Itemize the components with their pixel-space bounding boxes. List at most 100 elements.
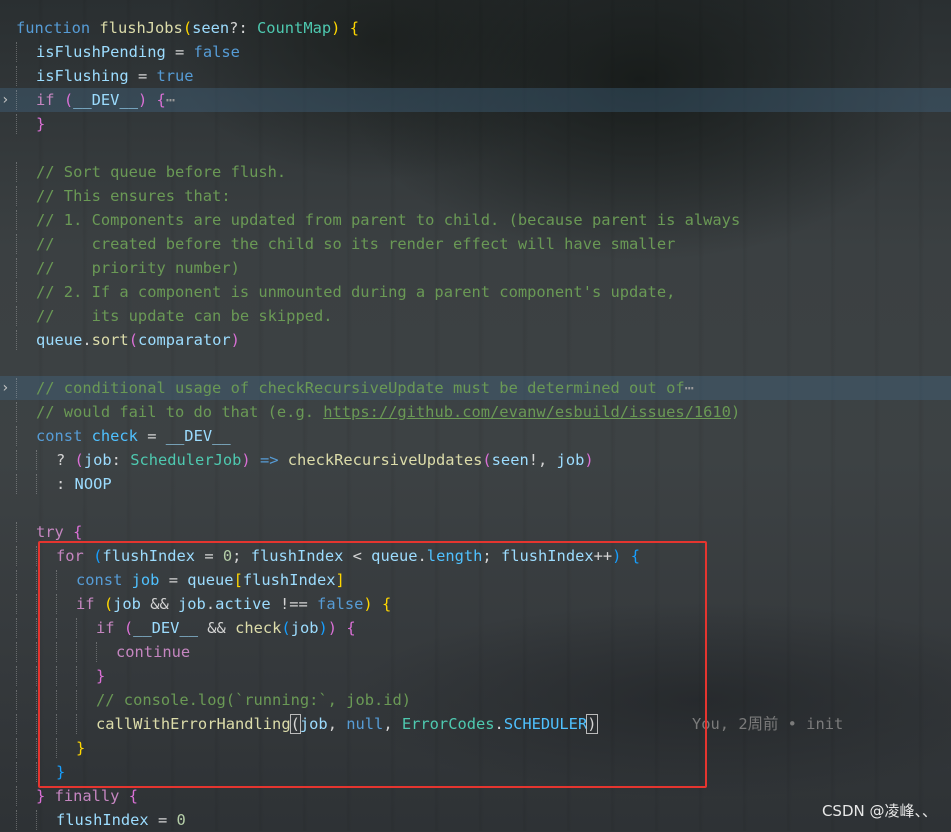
code-token: )	[584, 451, 594, 469]
code-token: CountMap	[256, 19, 332, 37]
code-token: false	[193, 43, 240, 61]
code-line[interactable]: ? (job: SchedulerJob) => checkRecursiveU…	[0, 448, 951, 472]
indent-guide	[16, 666, 17, 686]
code-token: (	[74, 451, 84, 469]
code-text: // 1. Components are updated from parent…	[36, 208, 740, 232]
code-line[interactable]: // 2. If a component is unmounted during…	[0, 280, 951, 304]
code-text: function flushJobs(seen?: CountMap) {	[16, 16, 359, 40]
indent-guide	[16, 474, 17, 494]
indent-guide	[16, 402, 17, 422]
code-token: // its update can be skipped.	[36, 307, 333, 325]
code-token: ?:	[229, 19, 257, 37]
code-token: checkRecursiveUpdates	[287, 451, 483, 469]
code-token: ?	[56, 451, 75, 469]
code-line[interactable]: const check = __DEV__	[0, 424, 951, 448]
indent-guide	[16, 66, 17, 86]
code-text: isFlushing = true	[36, 64, 194, 88]
code-token: function	[16, 19, 100, 37]
code-line[interactable]	[0, 352, 951, 376]
code-text: ? (job: SchedulerJob) => checkRecursiveU…	[56, 448, 594, 472]
code-line[interactable]: // This ensures that:	[0, 184, 951, 208]
code-token: 0	[176, 811, 186, 829]
code-line[interactable]: queue.sort(comparator)	[0, 328, 951, 352]
code-line[interactable]: function flushJobs(seen?: CountMap) {	[0, 16, 951, 40]
indent-guide	[36, 762, 37, 782]
code-token: )	[730, 403, 741, 421]
code-token: )	[241, 451, 251, 469]
code-token: =	[148, 811, 177, 829]
code-token: // Sort queue before flush.	[36, 163, 287, 181]
code-token: flushIndex	[56, 811, 149, 829]
code-token: SchedulerJob	[130, 451, 242, 469]
code-line[interactable]: // its update can be skipped.	[0, 304, 951, 328]
indent-guide	[16, 378, 17, 398]
code-token: (	[482, 451, 492, 469]
code-token: )	[230, 331, 240, 349]
code-line[interactable]: : NOOP	[0, 472, 951, 496]
code-token: job	[83, 451, 112, 469]
code-text: // priority number)	[36, 256, 240, 280]
code-token: ⋯	[165, 91, 176, 109]
code-token: =>	[259, 451, 279, 469]
code-token: seen	[491, 451, 529, 469]
code-token: .	[82, 331, 92, 349]
code-line[interactable]: }	[0, 112, 951, 136]
indent-guide	[36, 474, 37, 494]
indent-guide	[16, 738, 17, 758]
code-token: =	[128, 67, 157, 85]
code-line[interactable]: // priority number)	[0, 256, 951, 280]
indent-guide	[16, 450, 17, 470]
code-line[interactable]: › // conditional usage of checkRecursiveU…	[0, 376, 951, 400]
code-text: }	[36, 112, 45, 136]
code-line[interactable]: // 1. Components are updated from parent…	[0, 208, 951, 232]
code-token: :	[111, 451, 131, 469]
code-token: // This ensures that:	[36, 187, 231, 205]
fold-chevron-icon[interactable]: ›	[1, 88, 9, 112]
code-line[interactable]: flushIndex = 0	[0, 808, 951, 832]
code-line[interactable]: // created before the child so its rende…	[0, 232, 951, 256]
code-token: const	[36, 427, 92, 445]
indent-guide	[16, 570, 17, 590]
indent-guide	[16, 114, 17, 134]
indent-guide	[36, 714, 37, 734]
code-token: =	[165, 43, 194, 61]
code-token: (	[63, 91, 74, 109]
indent-guide	[36, 642, 37, 662]
code-text: // Sort queue before flush.	[36, 160, 286, 184]
code-token: (	[128, 331, 138, 349]
code-token: if	[36, 91, 55, 109]
indent-guide	[16, 162, 17, 182]
code-line[interactable]: // would fail to do that (e.g. https://g…	[0, 400, 951, 424]
code-line[interactable]: isFlushPending = false	[0, 40, 951, 64]
code-token: {	[349, 19, 359, 37]
code-text: : NOOP	[56, 472, 112, 496]
code-line[interactable]	[0, 496, 951, 520]
code-token: __DEV__	[73, 91, 138, 109]
code-token: try	[36, 523, 64, 541]
fold-chevron-icon[interactable]: ›	[1, 376, 9, 400]
indent-guide	[16, 426, 17, 446]
indent-guide	[16, 186, 17, 206]
indent-guide	[36, 690, 37, 710]
indent-guide	[16, 810, 17, 830]
indent-guide	[16, 690, 17, 710]
indent-guide	[36, 738, 37, 758]
code-line[interactable]: // Sort queue before flush.	[0, 160, 951, 184]
code-token: comparator	[137, 331, 231, 349]
code-line[interactable]: isFlushing = true	[0, 64, 951, 88]
code-text: const check = __DEV__	[36, 424, 231, 448]
watermark: CSDN @凌峰、、	[821, 802, 937, 820]
code-token: isFlushing	[36, 67, 129, 85]
indent-guide	[16, 618, 17, 638]
code-token: check	[91, 427, 138, 445]
code-text: // its update can be skipped.	[36, 304, 333, 328]
code-text: // conditional usage of checkRecursiveUp…	[36, 376, 694, 400]
indent-guide	[16, 306, 17, 326]
indent-guide	[16, 210, 17, 230]
indent-guide	[16, 258, 17, 278]
code-text: // would fail to do that (e.g. https://g…	[36, 400, 740, 424]
code-token: job	[556, 451, 585, 469]
code-line[interactable]	[0, 136, 951, 160]
code-line[interactable]: › if (__DEV__) {⋯	[0, 88, 951, 112]
